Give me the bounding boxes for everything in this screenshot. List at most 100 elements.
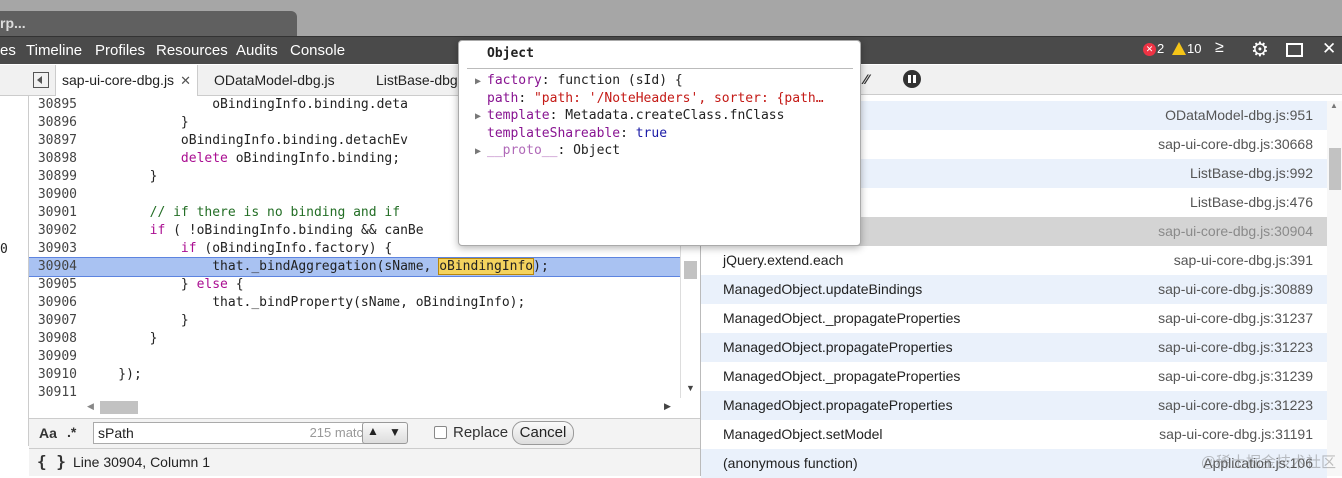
code-line[interactable]: 30908 } [29,330,680,348]
scroll-thumb[interactable] [684,261,697,279]
previous-match-icon[interactable]: ▲ [367,424,379,438]
call-frame[interactable]: ManagedObject.propagateProperties sap-ui-… [701,333,1327,362]
tab-sources[interactable]: es [0,37,16,65]
call-stack-scrollbar[interactable]: ▲ [1327,101,1342,476]
line-number[interactable]: 30904 [29,258,77,276]
navigator-toggle-icon[interactable] [33,72,49,88]
error-icon[interactable]: ✕ [1143,43,1156,56]
scroll-thumb[interactable] [1329,148,1341,190]
line-number[interactable]: 30896 [29,114,77,132]
code-line[interactable]: 30905 } else { [29,276,680,294]
file-tab-label: sap-ui-core-dbg.js [62,72,175,88]
line-number[interactable]: 30903 [29,240,77,258]
expand-arrow-icon[interactable]: ▶ [475,73,487,89]
pretty-print-button[interactable]: { } [37,452,66,471]
line-code: // if there is no binding and if [87,205,401,220]
search-input[interactable]: sPath 215 matches [93,422,391,444]
code-line[interactable]: 30907 } [29,312,680,330]
deactivate-breakpoints-icon[interactable]: ⁄⁄ [864,71,884,87]
call-frame-location[interactable]: sap-ui-core-dbg.js:31191 [1159,420,1313,449]
line-code: delete oBindingInfo.binding; [180,151,401,166]
file-tab-sap-ui-core[interactable]: sap-ui-core-dbg.js ✕ [55,65,198,96]
regex-toggle[interactable]: .* [67,424,76,440]
drawer-icon[interactable]: ≥ [1215,39,1224,57]
code-horizontal-scrollbar[interactable]: ◀ ▶ [80,398,680,416]
call-frame[interactable]: ManagedObject._propagateProperties sap-ui… [701,362,1327,391]
line-number[interactable]: 30895 [29,96,77,114]
object-property: templateShareable: true [475,125,855,142]
warning-count[interactable]: 10 [1187,41,1201,56]
scroll-up-arrow-icon[interactable]: ▲ [1330,101,1338,110]
property-key: path [487,90,519,106]
call-frame[interactable]: jQuery.extend.each sap-ui-core-dbg.js:391 [701,246,1327,275]
tab-console[interactable]: Console [290,37,345,65]
code-line[interactable]: 30904 that._bindAggregation(sName, oBind… [29,257,680,277]
call-frame-location[interactable]: sap-ui-core-dbg.js:30904 [1158,217,1313,246]
code-line[interactable]: 30911 [29,384,680,398]
call-frame-location[interactable]: ListBase-dbg.js:476 [1190,188,1313,217]
line-number[interactable]: 30898 [29,150,77,168]
call-frame-location[interactable]: sap-ui-core-dbg.js:31239 [1158,362,1313,391]
line-number[interactable]: 30900 [29,186,77,204]
navigator-edge: 0 [0,96,29,446]
scroll-thumb[interactable] [100,401,138,414]
left-edge-text: 0 [0,242,8,257]
tab-timeline[interactable]: Timeline [26,37,82,65]
line-number[interactable]: 30907 [29,312,77,330]
object-popover: Object ▶ factory: function (sId) {path: "… [458,40,861,246]
warning-icon[interactable] [1172,42,1186,55]
call-frame-location[interactable]: sap-ui-core-dbg.js:391 [1174,246,1313,275]
cancel-button[interactable]: Cancel [512,421,574,445]
match-case-toggle[interactable]: Aa [39,425,57,441]
close-icon[interactable]: ✕ [1322,39,1336,59]
pause-on-exceptions-icon[interactable] [903,70,921,88]
close-tab-icon[interactable]: ✕ [180,73,191,88]
call-frame[interactable]: ManagedObject.updateBindings sap-ui-core-… [701,275,1327,304]
call-frame-location[interactable]: sap-ui-core-dbg.js:31237 [1158,304,1313,333]
line-number[interactable]: 30899 [29,168,77,186]
object-property[interactable]: ▶ template: Metadata.createClass.fnClass [475,107,855,124]
gear-icon[interactable]: ⚙ [1251,37,1269,62]
call-frame-location[interactable]: sap-ui-core-dbg.js:30889 [1158,275,1313,304]
line-number[interactable]: 30906 [29,294,77,312]
tab-audits[interactable]: Audits [236,37,278,65]
file-tab-odatamodel[interactable]: ODataModel-dbg.js [214,65,335,96]
property-value: Object [573,143,621,158]
code-line[interactable]: 30909 [29,348,680,366]
line-number[interactable]: 30908 [29,330,77,348]
code-line[interactable]: 30910 }); [29,366,680,384]
browser-tab[interactable]: rp... [0,11,297,36]
line-number[interactable]: 30901 [29,204,77,222]
call-frame-location[interactable]: sap-ui-core-dbg.js:31223 [1158,391,1313,420]
scroll-down-arrow-icon[interactable]: ▼ [686,383,695,393]
expand-arrow-icon[interactable]: ▶ [475,143,487,159]
replace-checkbox[interactable] [434,426,447,439]
expand-arrow-icon[interactable]: ▶ [475,108,487,124]
error-count[interactable]: 2 [1157,41,1164,56]
line-code: if (oBindingInfo.factory) { [180,241,393,256]
scroll-left-arrow-icon[interactable]: ◀ [87,401,94,412]
line-number[interactable]: 30905 [29,276,77,294]
file-tab-listbase[interactable]: ListBase-dbg [376,65,458,96]
call-frame-location[interactable]: sap-ui-core-dbg.js:30668 [1158,130,1313,159]
line-number[interactable]: 30902 [29,222,77,240]
scroll-right-arrow-icon[interactable]: ▶ [664,401,671,412]
object-property[interactable]: ▶ factory: function (sId) { [475,72,855,89]
call-frame[interactable]: ManagedObject.propagateProperties sap-ui-… [701,391,1327,420]
call-frame[interactable]: ManagedObject.setModel sap-ui-core-dbg.js… [701,420,1327,449]
dock-icon[interactable] [1286,43,1303,57]
call-frame-location[interactable]: ODataModel-dbg.js:951 [1165,101,1313,130]
tab-resources[interactable]: Resources [156,37,228,65]
call-frame-location[interactable]: ListBase-dbg.js:992 [1190,159,1313,188]
line-number[interactable]: 30910 [29,366,77,384]
object-property[interactable]: ▶ __proto__: Object [475,142,855,159]
call-frame[interactable]: ManagedObject._propagateProperties sap-ui… [701,304,1327,333]
call-frame-location[interactable]: sap-ui-core-dbg.js:31223 [1158,333,1313,362]
next-match-icon[interactable]: ▼ [389,425,401,439]
line-number[interactable]: 30911 [29,384,77,398]
line-number[interactable]: 30897 [29,132,77,150]
call-frame-name: ManagedObject.propagateProperties [723,397,953,413]
tab-profiles[interactable]: Profiles [95,37,145,65]
code-line[interactable]: 30906 that._bindProperty(sName, oBinding… [29,294,680,312]
line-number[interactable]: 30909 [29,348,77,366]
